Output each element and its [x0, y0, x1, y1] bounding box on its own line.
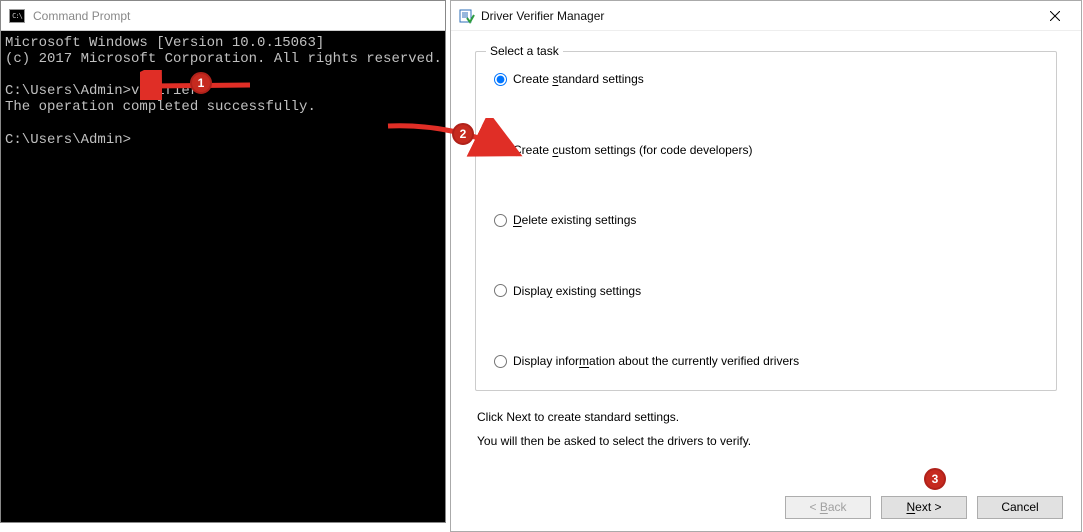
command-prompt-output[interactable]: Microsoft Windows [Version 10.0.15063] (… — [1, 31, 445, 152]
driver-verifier-manager-title: Driver Verifier Manager — [481, 9, 604, 23]
driver-verifier-manager-body: Select a task Create standard settings C… — [451, 31, 1081, 483]
option-delete[interactable]: Delete existing settings — [494, 213, 1038, 227]
radio-info[interactable] — [494, 355, 507, 368]
annotation-badge-2: 2 — [452, 123, 474, 145]
cancel-button[interactable]: Cancel — [977, 496, 1063, 519]
hint-line-1: Click Next to create standard settings. — [477, 405, 1057, 429]
back-button: < Back — [785, 496, 871, 519]
command-prompt-titlebar[interactable]: C:\ Command Prompt — [1, 1, 445, 31]
hint-text: Click Next to create standard settings. … — [475, 405, 1057, 453]
command-prompt-icon: C:\ — [9, 9, 25, 23]
annotation-badge-1: 1 — [190, 72, 212, 94]
option-display[interactable]: Display existing settings — [494, 284, 1038, 298]
next-button[interactable]: Next > — [881, 496, 967, 519]
command-prompt-title: Command Prompt — [33, 9, 130, 23]
radio-standard[interactable] — [494, 73, 507, 86]
verifier-icon — [459, 8, 475, 24]
hint-line-2: You will then be asked to select the dri… — [477, 429, 1057, 453]
driver-verifier-manager-window: Driver Verifier Manager Select a task Cr… — [450, 0, 1082, 532]
radio-custom-label: Create custom settings (for code develop… — [513, 143, 752, 157]
driver-verifier-manager-titlebar[interactable]: Driver Verifier Manager — [451, 1, 1081, 31]
radio-display[interactable] — [494, 284, 507, 297]
task-groupbox-legend: Select a task — [486, 44, 563, 58]
close-button[interactable] — [1032, 1, 1077, 31]
radio-delete-label: Delete existing settings — [513, 213, 636, 227]
annotation-badge-3: 3 — [924, 468, 946, 490]
close-icon — [1050, 11, 1060, 21]
dialog-button-row: < Back Next > Cancel — [451, 483, 1081, 531]
radio-info-label: Display information about the currently … — [513, 354, 799, 368]
radio-display-label: Display existing settings — [513, 284, 641, 298]
option-custom[interactable]: Create custom settings (for code develop… — [494, 143, 1038, 157]
radio-custom[interactable] — [494, 143, 507, 156]
option-standard[interactable]: Create standard settings — [494, 72, 1038, 86]
command-prompt-window: C:\ Command Prompt Microsoft Windows [Ve… — [0, 0, 446, 523]
radio-standard-label: Create standard settings — [513, 72, 644, 86]
task-groupbox: Select a task Create standard settings C… — [475, 51, 1057, 391]
option-info[interactable]: Display information about the currently … — [494, 354, 1038, 368]
radio-delete[interactable] — [494, 214, 507, 227]
